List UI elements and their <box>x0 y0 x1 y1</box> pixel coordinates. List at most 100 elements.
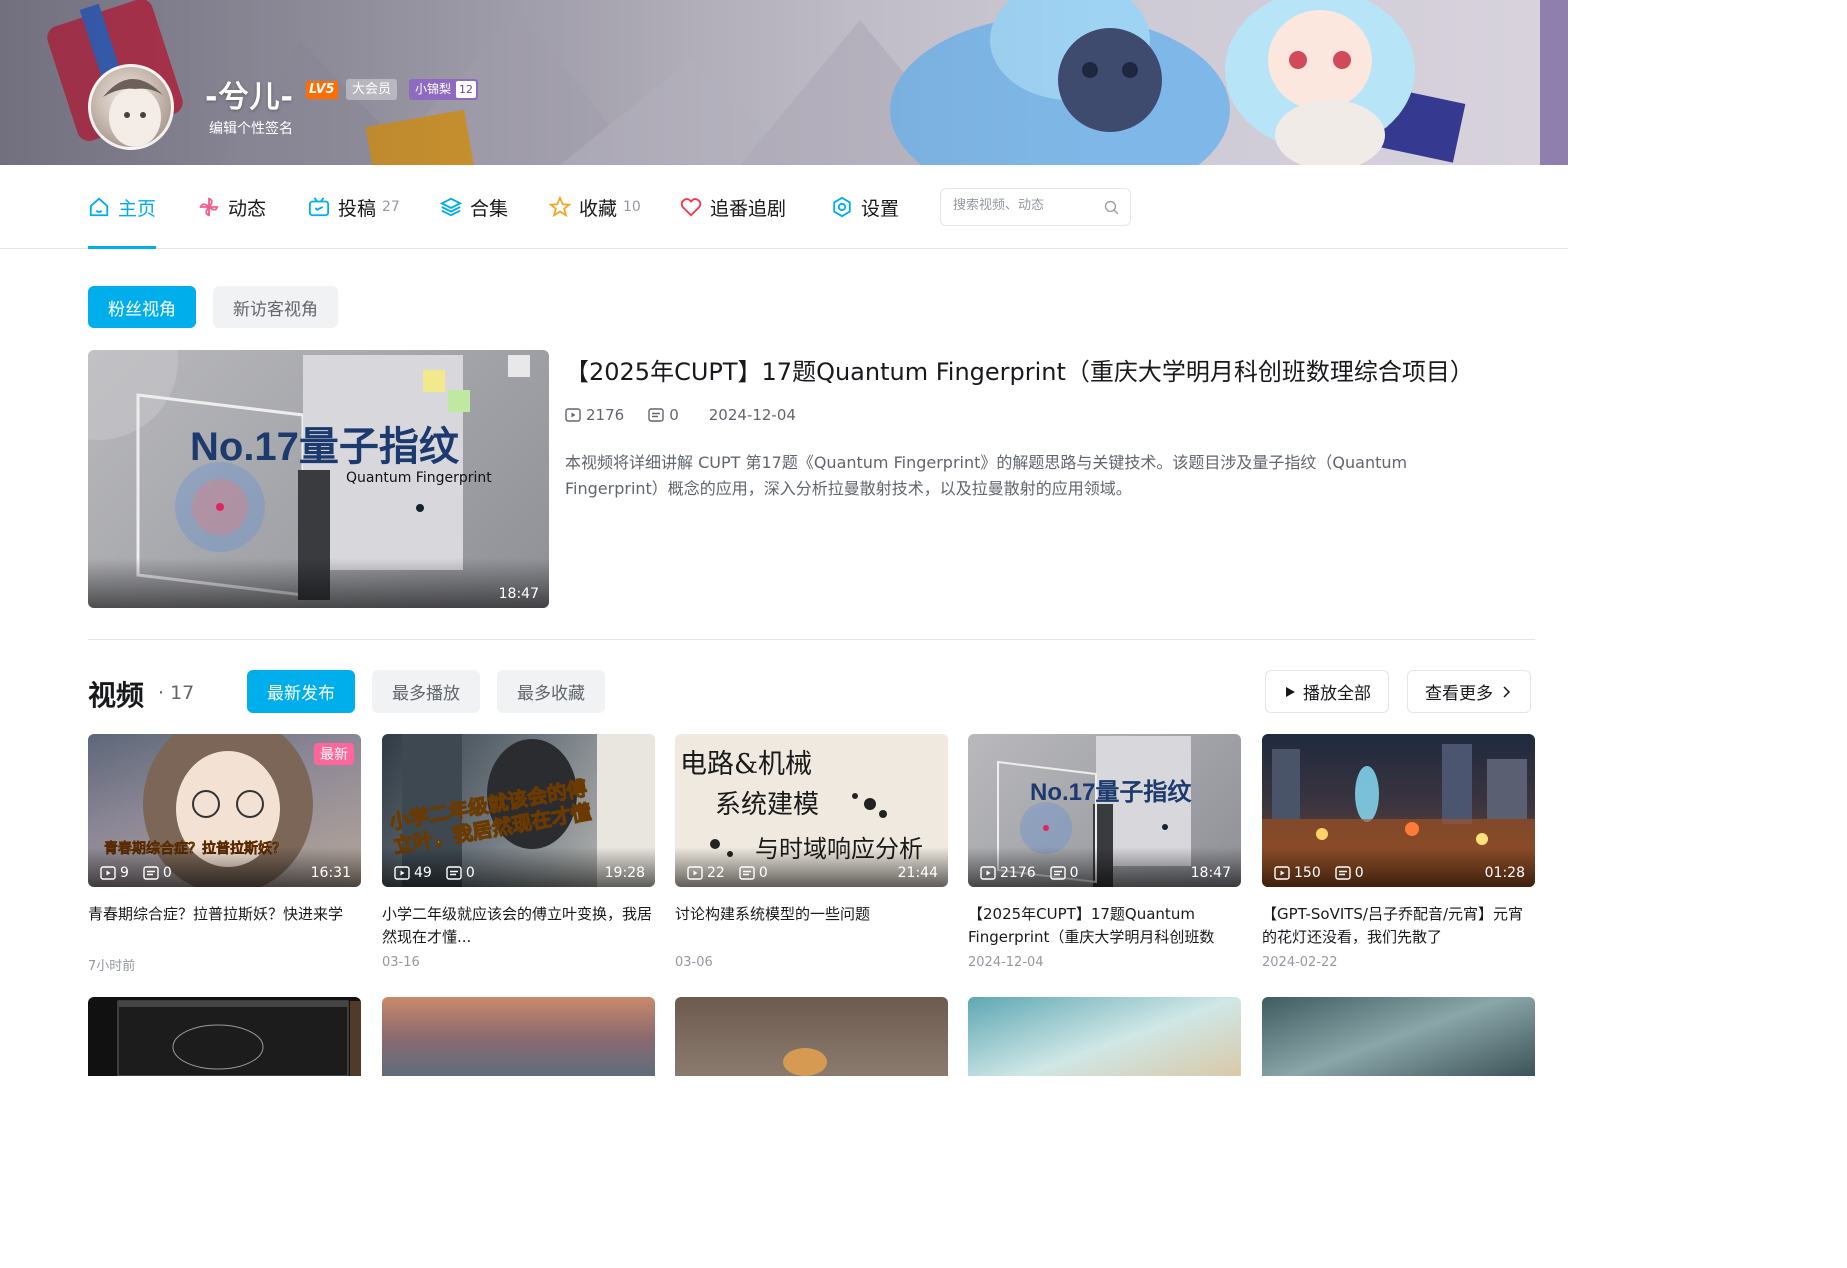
video-duration: 01:28 <box>1484 865 1525 881</box>
video-stats: 49 0 <box>394 865 475 881</box>
video-title[interactable]: 讨论构建系统模型的一些问题 <box>675 903 948 949</box>
comment-icon <box>446 866 462 880</box>
play-count-icon <box>100 866 116 880</box>
featured-video-thumbnail[interactable]: No.17量子指纹 Quantum Fingerprint 18:47 <box>88 350 549 608</box>
featured-date: 2024-12-04 <box>708 406 796 424</box>
video-plays: 9 <box>120 865 129 881</box>
fan-view-toggle[interactable]: 粉丝视角 <box>88 286 196 328</box>
comment-icon <box>1335 866 1351 880</box>
featured-comments: 0 <box>648 406 679 424</box>
layers-icon <box>440 197 462 217</box>
videos-count: · 17 <box>158 682 195 704</box>
video-card[interactable]: 电路&机械 系统建模 与时域响应分析 22 0 21:44 讨论构建系统模型的一… <box>675 734 948 970</box>
see-more-button[interactable]: 查看更多 <box>1407 670 1531 713</box>
search-input[interactable] <box>953 198 1093 213</box>
video-plays: 150 <box>1294 865 1321 881</box>
thumbnail-caption: No.17量子指纹 <box>1030 779 1192 806</box>
comment-icon <box>739 866 755 880</box>
tab-favorites[interactable]: 收藏 10 <box>549 165 641 249</box>
video-thumbnail[interactable]: 青春期综合症？拉普拉斯妖？ 最新 9 0 16:31 <box>88 734 361 887</box>
video-thumbnail[interactable] <box>675 997 948 1076</box>
tab-bangumi-label: 追番追剧 <box>710 197 787 220</box>
video-date: 7小时前 <box>88 959 136 974</box>
sort-most-played[interactable]: 最多播放 <box>372 670 480 713</box>
video-comments: 0 <box>162 865 172 881</box>
pinwheel-icon <box>199 197 219 217</box>
signature-edit[interactable]: 编辑个性签名 <box>209 118 293 138</box>
tab-home[interactable]: 主页 <box>88 165 157 249</box>
sort-latest[interactable]: 最新发布 <box>247 670 355 713</box>
video-title[interactable]: 【2025年CUPT】17题Quantum Fingerprint（重庆大学明月… <box>968 903 1241 949</box>
video-title[interactable]: 青春期综合症？拉普拉斯妖？快进来学 <box>88 903 361 949</box>
tab-favorites-count: 10 <box>623 199 641 215</box>
video-duration: 21:44 <box>897 865 938 881</box>
play-count-icon <box>980 866 996 880</box>
level-badge: LV5 <box>306 81 338 99</box>
fan-medal-name: 小锦梨 <box>415 82 452 96</box>
see-more-label: 查看更多 <box>1425 684 1493 704</box>
play-count-icon <box>394 866 410 880</box>
tab-bangumi[interactable]: 追番追剧 <box>680 165 786 249</box>
play-icon <box>1286 686 1295 697</box>
tv-icon <box>308 197 330 217</box>
section-divider <box>88 639 1535 640</box>
video-card[interactable]: 150 0 01:28 【GPT-SoVITS/吕子乔配音/元宵】元宵的花灯还没… <box>1262 734 1535 970</box>
tab-uploads[interactable]: 投稿 27 <box>308 165 400 249</box>
avatar[interactable] <box>88 64 174 150</box>
play-all-button[interactable]: 播放全部 <box>1265 670 1389 713</box>
tab-dynamic[interactable]: 动态 <box>198 165 266 249</box>
sort-most-favorited[interactable]: 最多收藏 <box>497 670 605 713</box>
video-thumbnail[interactable] <box>1262 997 1535 1076</box>
video-title[interactable]: 小学二年级就应该会的傅立叶变换，我居然现在才懂... <box>382 903 655 949</box>
thumbnail-caption-line1: 电路&机械 <box>680 749 813 780</box>
video-thumbnail-art <box>117 1000 361 1076</box>
video-date: 2024-12-04 <box>968 955 1044 970</box>
videos-section-title[interactable]: 视频 <box>88 674 144 714</box>
comment-icon <box>1049 866 1066 880</box>
featured-description: 本视频将详细讲解 CUPT 第17题《Quantum Fingerprint》的… <box>565 453 1408 498</box>
video-thumbnail[interactable]: No.17量子指纹 2176 0 18:47 <box>968 734 1241 887</box>
video-date: 2024-02-22 <box>1262 955 1338 970</box>
tab-dynamic-label: 动态 <box>228 197 267 220</box>
video-duration: 19:28 <box>604 865 645 881</box>
video-title[interactable]: 【GPT-SoVITS/吕子乔配音/元宵】元宵的花灯还没看，我们先散了 <box>1262 903 1535 949</box>
video-thumbnail[interactable] <box>968 997 1241 1076</box>
play-count-icon <box>565 408 581 422</box>
featured-plays: 2176 <box>565 406 624 424</box>
chevron-right-icon <box>1503 685 1511 698</box>
video-plays: 49 <box>414 865 432 881</box>
video-stats: 22 0 <box>687 865 768 881</box>
video-duration: 18:47 <box>1190 865 1231 881</box>
play-count-icon <box>1274 866 1290 880</box>
video-thumbnail[interactable] <box>382 997 655 1076</box>
tab-favorites-label: 收藏 <box>579 197 618 220</box>
video-thumbnail[interactable] <box>88 997 361 1076</box>
tab-home-label: 主页 <box>118 197 157 220</box>
fan-medal-level: 12 <box>456 81 477 98</box>
tab-collections[interactable]: 合集 <box>440 165 508 249</box>
video-plays: 22 <box>707 865 725 881</box>
search-box <box>940 188 1131 226</box>
tab-uploads-count: 27 <box>382 199 400 215</box>
video-comments: 0 <box>465 865 475 881</box>
video-stats: 2176 0 <box>980 865 1079 881</box>
heart-icon <box>680 198 702 217</box>
visitor-view-toggle[interactable]: 新访客视角 <box>213 286 338 328</box>
vip-badge[interactable]: 大会员 <box>346 79 398 100</box>
video-thumbnail[interactable]: 电路&机械 系统建模 与时域响应分析 22 0 21:44 <box>675 734 948 887</box>
video-card[interactable]: No.17量子指纹 2176 0 18:47 【2025年CUPT】17题Qua… <box>968 734 1241 970</box>
featured-video-title[interactable]: 【2025年CUPT】17题Quantum Fingerprint（重庆大学明月… <box>565 352 1474 387</box>
video-card[interactable]: 小学二年级就该会的傅立叶，我居然现在才懂 49 0 19:28 小学二年级就应该… <box>382 734 655 970</box>
fan-medal-badge[interactable]: 小锦梨 12 <box>409 79 479 100</box>
tab-settings-label: 设置 <box>861 197 900 220</box>
video-stats: 9 0 <box>100 865 172 881</box>
star-icon <box>549 196 571 218</box>
video-thumbnail[interactable]: 150 0 01:28 <box>1262 734 1535 887</box>
tab-settings[interactable]: 设置 <box>831 165 899 249</box>
tab-collections-label: 合集 <box>470 197 509 220</box>
play-all-label: 播放全部 <box>1303 684 1371 704</box>
video-thumbnail[interactable]: 小学二年级就该会的傅立叶，我居然现在才懂 49 0 19:28 <box>382 734 655 887</box>
comment-icon <box>143 866 159 880</box>
search-icon[interactable] <box>1103 199 1120 216</box>
video-card[interactable]: 青春期综合症？拉普拉斯妖？ 最新 9 0 16:31 青春期综合症？拉普拉斯妖？… <box>88 734 361 974</box>
